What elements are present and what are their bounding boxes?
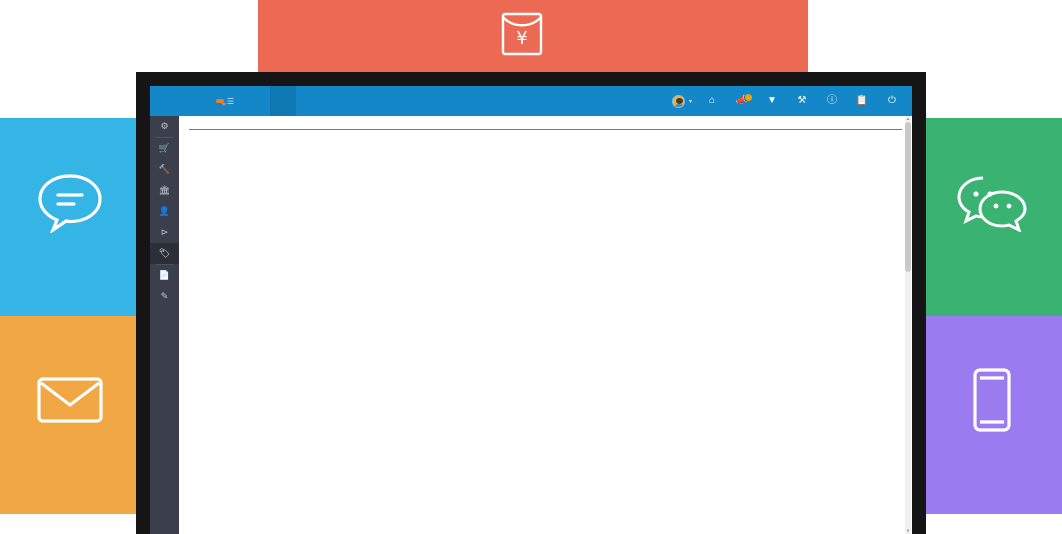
section-title-marketing bbox=[189, 142, 902, 154]
right-nav-skin[interactable]: ⚒ bbox=[788, 95, 816, 107]
speech-bubble-icon bbox=[36, 171, 104, 238]
svg-text:¥: ¥ bbox=[516, 28, 527, 49]
app-body: ⚙ 🛒 🔨 🏛 👤 ⊳ 🏷 📄 ✎ ▲ ▼ bbox=[150, 116, 912, 534]
hamburger-icon[interactable]: ☰ bbox=[227, 97, 234, 106]
sidebar-rail: ⚙ 🛒 🔨 🏛 👤 ⊳ 🏷 📄 ✎ bbox=[150, 116, 179, 534]
clipboard-icon: 📋 bbox=[855, 95, 869, 106]
breadcrumb bbox=[189, 116, 902, 130]
right-nav-promote[interactable]: 📣 bbox=[728, 94, 756, 107]
tag-icon: 🏷 bbox=[158, 248, 171, 258]
user-icon: 👤 bbox=[158, 206, 171, 216]
vertical-scrollbar[interactable]: ▲ ▼ bbox=[905, 116, 911, 534]
envelope-icon bbox=[36, 375, 104, 430]
broom-icon: ▼ bbox=[767, 95, 777, 106]
right-nav-help[interactable]: ⓘ bbox=[818, 95, 846, 107]
right-nav-logout[interactable]: ⏻ bbox=[878, 95, 906, 107]
section-title-promotion bbox=[189, 130, 902, 142]
mobile-phone-icon bbox=[971, 367, 1013, 438]
side-tile-sms[interactable] bbox=[0, 118, 140, 316]
sidebar-item-shop[interactable]: 🏛 bbox=[150, 180, 179, 201]
avatar[interactable] bbox=[671, 94, 685, 108]
paintbrush-icon: ✎ bbox=[160, 291, 169, 301]
sidebar-item-articles[interactable]: 📄 bbox=[150, 265, 179, 286]
sidebar-item-marketing[interactable]: 🏷 bbox=[150, 243, 179, 264]
cart-icon: 🛒 bbox=[158, 143, 171, 153]
promo-banner: ¥ bbox=[258, 0, 808, 72]
main-menu bbox=[244, 86, 374, 120]
laptop-frame: ☰ ▾ ⌂ 📣 ▼ ⚒ ⓘ 📋 ⏻ ⚙ 🛒 🔨 🏛 👤 ⊳ 🏷 📄 ✎ ▲ ▼ bbox=[136, 72, 926, 534]
power-icon: ⏻ bbox=[888, 95, 896, 106]
document-icon: 📄 bbox=[158, 270, 171, 280]
scrollbar-thumb[interactable] bbox=[905, 122, 911, 272]
sidebar-item-distribution[interactable]: ⊳ bbox=[150, 222, 179, 243]
side-tile-wechat[interactable] bbox=[922, 118, 1062, 316]
section-title-plugins bbox=[189, 154, 902, 166]
menu-item-finance[interactable] bbox=[296, 86, 322, 116]
sidebar-item-members[interactable]: 👤 bbox=[150, 201, 179, 222]
notification-badge bbox=[745, 94, 752, 101]
share-icon: ⊳ bbox=[160, 227, 169, 237]
app-top-nav: ☰ ▾ ⌂ 📣 ▼ ⚒ ⓘ 📋 ⏻ bbox=[150, 86, 912, 120]
sidebar-item-settings[interactable]: ⚙ bbox=[150, 116, 179, 137]
menu-item-app[interactable] bbox=[322, 86, 348, 116]
sidebar-item-decoration[interactable]: ✎ bbox=[150, 286, 179, 307]
right-nav-clear-cache[interactable]: ▼ bbox=[758, 95, 786, 107]
sidebar-item-products[interactable]: 🛒 bbox=[150, 138, 179, 159]
gear-icon: ⚙ bbox=[160, 121, 169, 131]
right-nav-ticket[interactable]: 📋 bbox=[848, 95, 876, 107]
scroll-down-icon[interactable]: ▼ bbox=[905, 528, 911, 534]
menu-item-wechat-mall[interactable] bbox=[348, 86, 374, 116]
wechat-icon bbox=[956, 172, 1028, 237]
shop-tag[interactable] bbox=[216, 99, 227, 106]
bank-icon: 🏛 bbox=[158, 185, 171, 195]
right-nav-home[interactable]: ⌂ bbox=[698, 95, 726, 107]
red-envelope-icon: ¥ bbox=[500, 10, 544, 63]
palette-icon: ⚒ bbox=[797, 95, 807, 106]
sidebar-item-transactions[interactable]: 🔨 bbox=[150, 159, 179, 180]
app-screen: ☰ ▾ ⌂ 📣 ▼ ⚒ ⓘ 📋 ⏻ ⚙ 🛒 🔨 🏛 👤 ⊳ 🏷 📄 ✎ ▲ ▼ bbox=[150, 86, 912, 534]
side-tile-mail[interactable] bbox=[0, 316, 140, 514]
hammer-icon: 🔨 bbox=[158, 164, 171, 174]
side-tile-app[interactable] bbox=[922, 316, 1062, 514]
home-icon: ⌂ bbox=[708, 95, 716, 106]
main-content: ▲ ▼ bbox=[179, 116, 912, 534]
question-icon: ⓘ bbox=[827, 95, 837, 106]
menu-item-mall[interactable] bbox=[270, 86, 297, 120]
menu-item-system[interactable] bbox=[244, 86, 270, 116]
top-right-nav: ▾ ⌂ 📣 ▼ ⚒ ⓘ 📋 ⏻ bbox=[667, 94, 912, 108]
chevron-down-icon[interactable]: ▾ bbox=[689, 98, 692, 105]
